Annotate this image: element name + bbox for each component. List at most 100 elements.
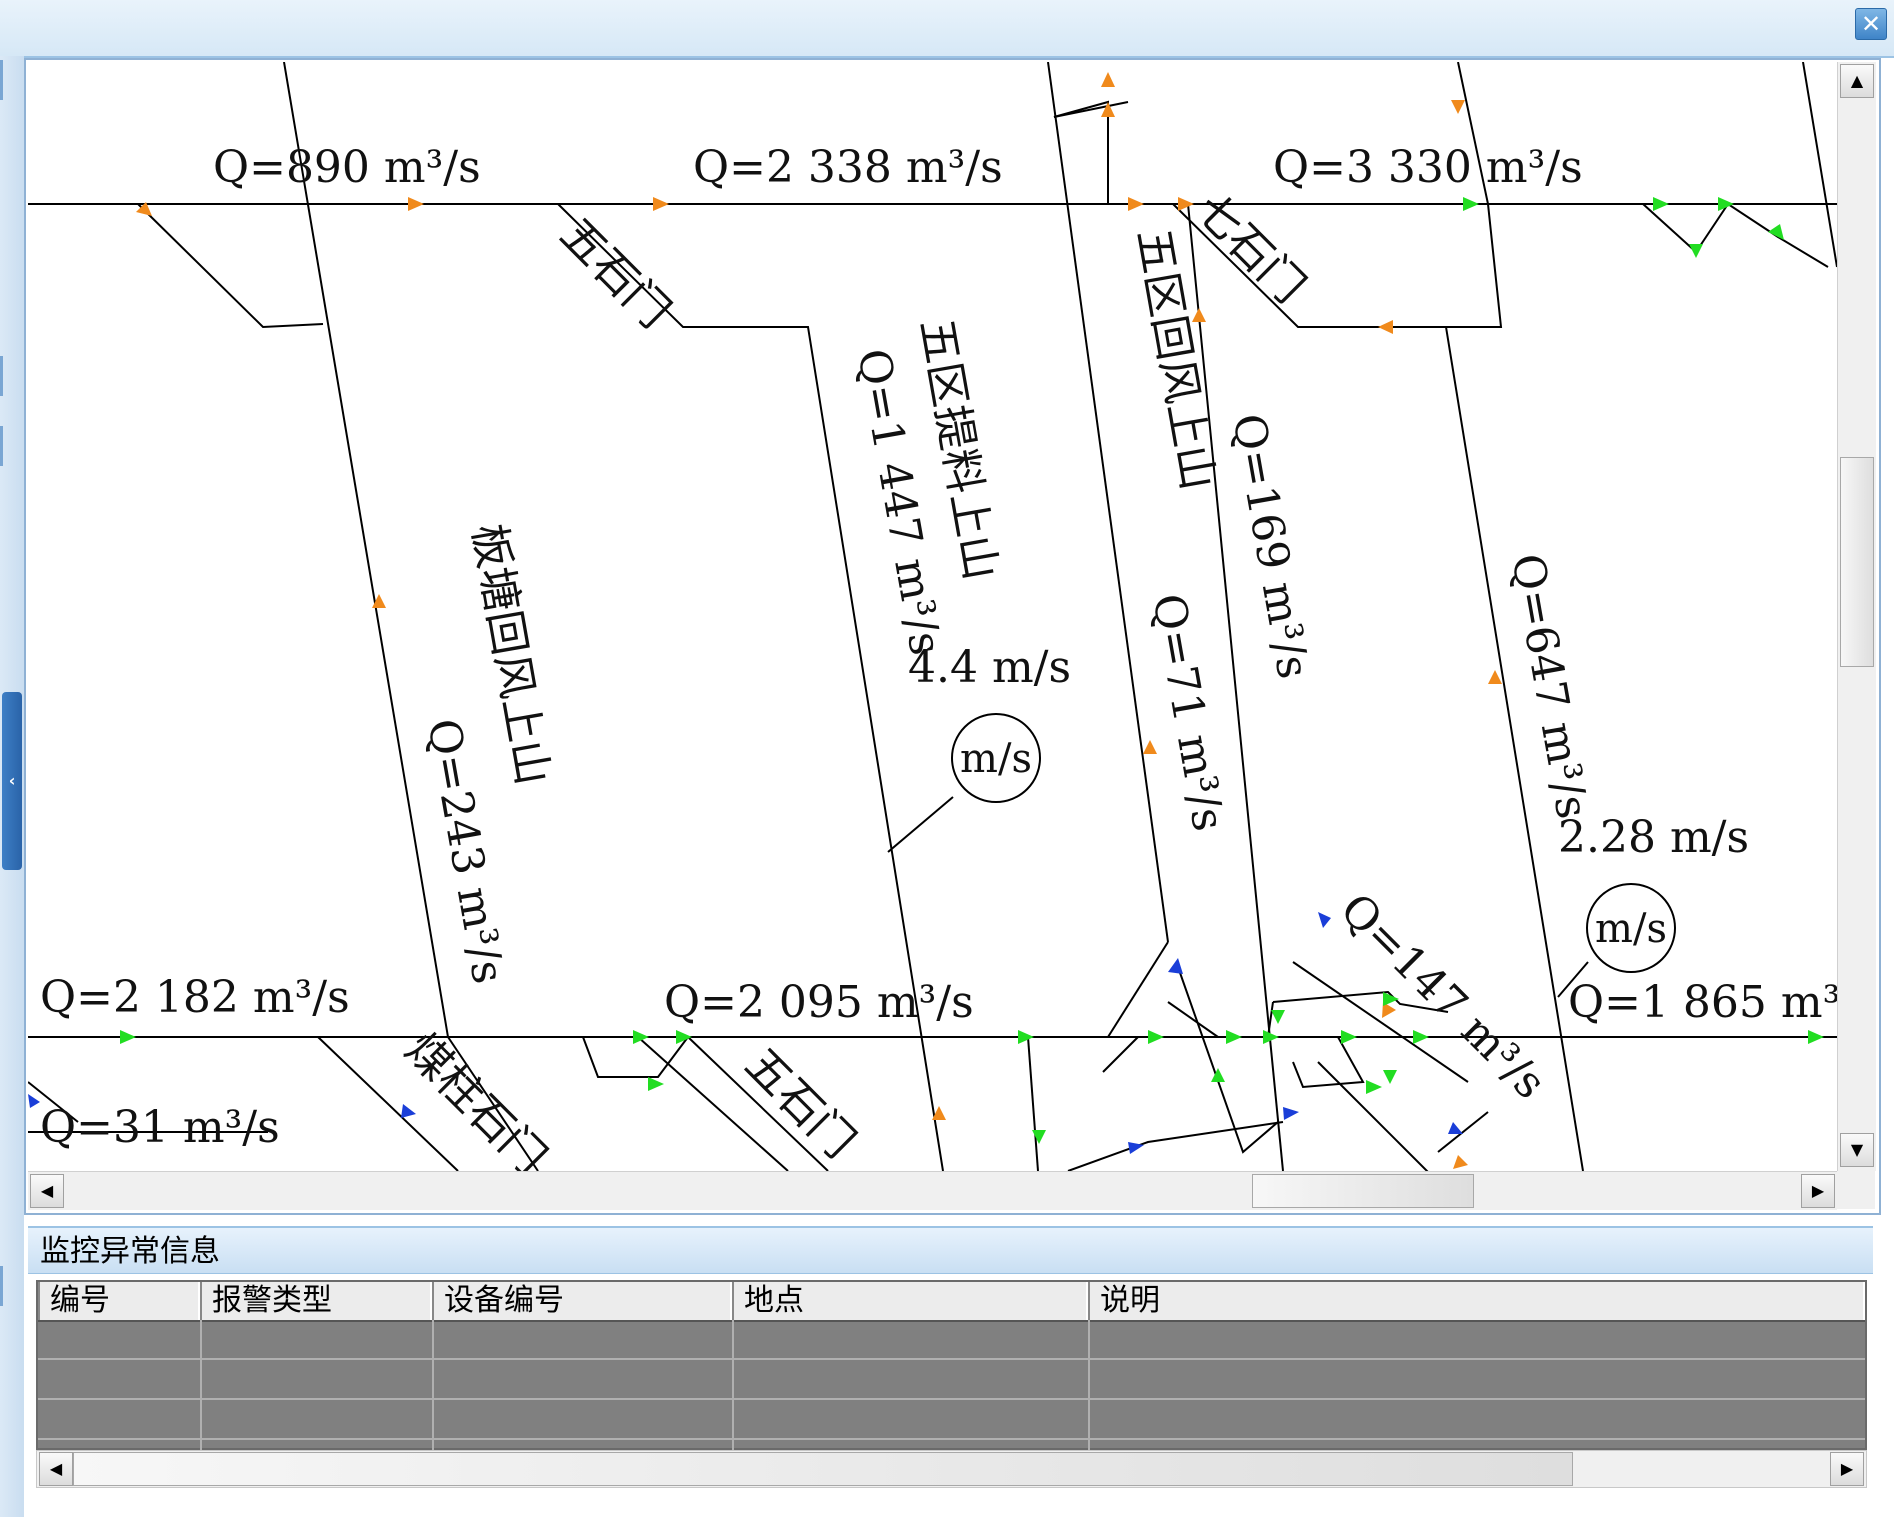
tunnel-segment: [1642, 202, 1829, 268]
arrow-orange: [408, 197, 424, 211]
tunnel-segment: [1053, 100, 1109, 204]
tunnel-segment: [1102, 1036, 1139, 1073]
column-divider: [200, 1320, 202, 1450]
sensor-unit-badge: m/s: [1595, 906, 1667, 952]
column-divider: [1088, 1320, 1090, 1450]
column-header-location[interactable]: 地点: [732, 1282, 1088, 1320]
arrow-orange: [653, 197, 669, 211]
tunnel-name-label: 五石门: [735, 1039, 864, 1168]
tunnel-segment: [1107, 941, 1169, 1038]
strip-tick: [0, 426, 3, 466]
table-row[interactable]: [38, 1360, 1865, 1400]
tunnel-segment: [1437, 1111, 1489, 1153]
arrow-green: [1383, 1070, 1397, 1084]
window-titlebar: ✕: [0, 0, 1894, 58]
scroll-right-button[interactable]: ▶: [1801, 1174, 1835, 1208]
arrow-green: [633, 1030, 649, 1044]
arrow-green: [1211, 1068, 1225, 1082]
column-header-device-id[interactable]: 设备编号: [432, 1282, 732, 1320]
tunnel-segment: [1053, 101, 1129, 118]
arrow-orange: [1488, 670, 1502, 684]
sensor-reading: 2.28 m/s: [1558, 812, 1749, 863]
arrow-blue: [1318, 912, 1331, 928]
arrow-green: [1018, 1030, 1034, 1044]
arrow-blue: [28, 1094, 40, 1108]
tunnel-segment: [1027, 1036, 1039, 1171]
scroll-right-button[interactable]: ▶: [1830, 1452, 1864, 1486]
arrow-green: [1366, 1080, 1382, 1094]
column-header-id[interactable]: 编号: [38, 1282, 200, 1320]
arrow-blue: [1283, 1107, 1299, 1120]
scroll-up-button[interactable]: ▲: [1840, 64, 1874, 98]
arrow-green: [1271, 1010, 1285, 1024]
tunnel-segment: [1802, 62, 1837, 268]
arrow-blue: [1448, 1122, 1463, 1134]
arrow-green: [1768, 224, 1784, 240]
alarm-panel-title: 监控异常信息: [28, 1226, 1873, 1274]
scroll-down-button[interactable]: ▼: [1840, 1133, 1874, 1167]
airflow-label: Q=1 865 m³/s: [1568, 977, 1837, 1028]
arrow-green: [648, 1077, 664, 1091]
arrow-green: [1413, 1030, 1429, 1044]
tunnel-segment: [283, 62, 449, 1038]
tunnel-name-label: 煤柱石门: [395, 1024, 556, 1171]
arrow-green: [120, 1030, 136, 1044]
arrow-orange: [1101, 72, 1115, 87]
arrow-green: [1463, 197, 1479, 211]
scroll-thumb[interactable]: [1840, 457, 1874, 667]
airflow-label: Q=169 m³/s: [1222, 410, 1319, 682]
airflow-label: Q=71 m³/s: [1142, 590, 1234, 835]
airflow-label: Q=31 m³/s: [40, 1102, 280, 1153]
scroll-corner: [1837, 1171, 1875, 1209]
arrow-orange: [1451, 100, 1465, 114]
scroll-thumb[interactable]: [1252, 1174, 1474, 1208]
airflow-label: Q=3 330 m³/s: [1273, 142, 1583, 193]
airflow-label: Q=2 095 m³/s: [664, 977, 974, 1028]
ventilation-diagram: Q=890 m³/s Q=2 338 m³/s Q=3 330 m³/s Q=2…: [28, 62, 1837, 1171]
sensor-unit-badge: m/s: [960, 736, 1032, 782]
arrow-green: [1808, 1030, 1824, 1044]
arrow-green: [1718, 197, 1734, 211]
tunnel-name-label: 五石门: [550, 209, 679, 338]
arrow-orange: [1143, 740, 1157, 754]
table-row[interactable]: [38, 1320, 1865, 1360]
airflow-label: Q=2 182 m³/s: [40, 972, 350, 1023]
map-vertical-scrollbar[interactable]: ▲ ▼: [1837, 62, 1876, 1171]
strip-tick: [0, 60, 3, 100]
tunnel-segment: [1292, 1036, 1365, 1089]
table-horizontal-scrollbar[interactable]: ◀ ▶: [36, 1450, 1867, 1488]
sensor-reading: 4.4 m/s: [908, 642, 1071, 693]
strip-tick: [0, 1266, 3, 1306]
tunnel-name-label: 五区回风上山: [1127, 225, 1223, 494]
airflow-label: Q=243 m³/s: [417, 715, 514, 987]
arrow-green: [1653, 197, 1669, 211]
tunnel-segment: [137, 203, 324, 329]
arrow-blue: [1168, 958, 1183, 974]
arrow-orange: [1453, 1155, 1468, 1169]
table-header: 编号 报警类型 设备编号 地点 说明: [38, 1282, 1865, 1322]
arrow-blue: [401, 1104, 416, 1118]
ventilation-map[interactable]: Q=890 m³/s Q=2 338 m³/s Q=3 330 m³/s Q=2…: [28, 62, 1837, 1171]
airflow-label: Q=147 m³/s: [1330, 884, 1555, 1109]
map-horizontal-scrollbar[interactable]: ◀ ▶: [28, 1171, 1837, 1210]
scroll-thumb[interactable]: [73, 1452, 1573, 1486]
arrow-green: [1689, 244, 1703, 258]
column-header-alarm-type[interactable]: 报警类型: [200, 1282, 432, 1320]
tunnel-segment: [582, 1036, 689, 1078]
sensor-leader: [887, 796, 954, 853]
arrow-orange: [1378, 320, 1393, 334]
scroll-left-button[interactable]: ◀: [30, 1174, 64, 1208]
arrow-orange: [1178, 197, 1194, 211]
close-icon[interactable]: ✕: [1855, 8, 1887, 40]
arrow-green: [1341, 1030, 1357, 1044]
airflow-label: Q=890 m³/s: [213, 142, 481, 193]
scroll-left-button[interactable]: ◀: [39, 1452, 73, 1486]
collapse-panel-button[interactable]: ‹: [2, 692, 22, 870]
alarm-table[interactable]: 编号 报警类型 设备编号 地点 说明: [36, 1280, 1867, 1450]
column-divider: [432, 1320, 434, 1450]
table-row[interactable]: [38, 1400, 1865, 1440]
column-header-description[interactable]: 说明: [1088, 1282, 1865, 1320]
column-divider: [732, 1320, 734, 1450]
airflow-label: Q=2 338 m³/s: [693, 142, 1003, 193]
tunnel-name-label: 板塘回风上山: [462, 520, 558, 789]
